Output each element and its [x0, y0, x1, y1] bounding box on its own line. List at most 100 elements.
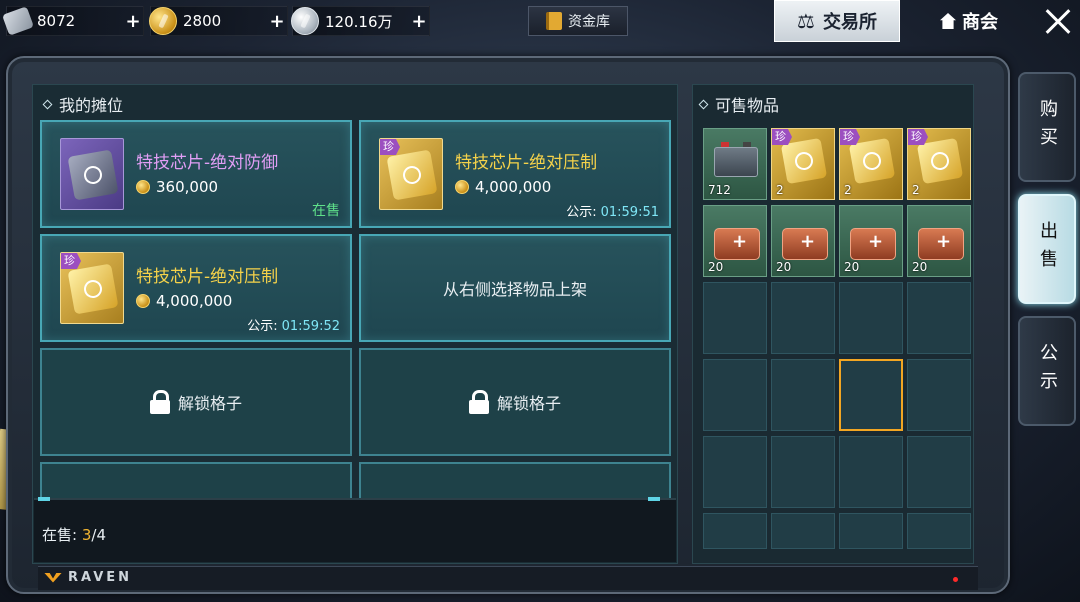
fund-vault-label: 资金库	[568, 14, 610, 30]
gold-coin-icon	[136, 294, 150, 308]
inventory-slot-empty[interactable]	[907, 282, 971, 354]
tab-buy[interactable]: 购买	[1018, 72, 1076, 182]
unlock-slot-label: 解锁格子	[177, 394, 242, 413]
inventory-slot-empty[interactable]	[907, 436, 971, 508]
inventory-slot-empty[interactable]	[771, 436, 835, 508]
inventory-item-chip[interactable]: 珍 2	[771, 128, 835, 200]
medkit-icon	[714, 228, 760, 260]
stall-slot-3[interactable]: 珍 特技芯片-绝对压制 4,000,000 公示: 01:59:52	[40, 234, 352, 342]
diamond-icon	[698, 99, 709, 109]
inventory-slot-empty[interactable]	[839, 513, 903, 549]
item-quantity: 2	[844, 183, 852, 197]
inventory-slot-empty[interactable]	[703, 359, 767, 431]
top-bar: 8072 + 2800 + 120.16万 + 资金库 ⚖ 交易所 商会	[0, 0, 1080, 44]
notice-timer-value: 01:59:51	[600, 205, 659, 220]
inventory-slot-empty[interactable]	[907, 513, 971, 549]
unlock-slot-label: 解锁格子	[496, 394, 561, 413]
price-value: 4,000,000	[156, 292, 233, 310]
inventory-slot-empty[interactable]	[771, 513, 835, 549]
locked-slot-1[interactable]: 解锁格子	[40, 348, 352, 456]
inventory-slot-selected[interactable]	[839, 359, 903, 431]
medkit-icon	[918, 228, 964, 260]
inventory-slot-empty[interactable]	[703, 513, 767, 549]
emblem-icon	[861, 150, 883, 172]
gold-coin-icon	[149, 7, 177, 35]
inventory-item-medkit[interactable]: 20	[839, 205, 903, 277]
brand-text: RAVEN	[68, 570, 133, 585]
inventory-slot-empty[interactable]	[771, 359, 835, 431]
inventory-item-chip[interactable]: 珍 2	[839, 128, 903, 200]
chip-icon	[386, 149, 438, 201]
emblem-icon	[82, 164, 104, 186]
on-sale-count: 在售: 3/4	[42, 524, 106, 545]
bottom-strip	[38, 566, 978, 590]
emblem-icon	[82, 278, 104, 300]
locked-slot-4[interactable]	[359, 462, 671, 502]
add-silver-button[interactable]: +	[409, 11, 429, 32]
stall-slot-1[interactable]: 特技芯片-绝对防御 360,000 在售	[40, 120, 352, 228]
item-thumbnail: 珍	[60, 252, 124, 324]
gold-coin-icon	[136, 180, 150, 194]
on-sale-current: 3	[81, 526, 92, 544]
inventory-slot-empty[interactable]	[703, 282, 767, 354]
stall-slot-2[interactable]: 珍 特技芯片-绝对压制 4,000,000 公示: 01:59:51	[359, 120, 671, 228]
fund-vault-button[interactable]: 资金库	[528, 6, 628, 36]
inventory-slot-empty[interactable]	[703, 436, 767, 508]
rare-badge: 珍	[840, 129, 860, 145]
raven-logo-icon	[44, 572, 62, 583]
inventory-item-medkit[interactable]: 20	[703, 205, 767, 277]
chip-icon	[67, 149, 119, 201]
sellable-items-title: 可售物品	[698, 92, 779, 116]
empty-slot-hint: 从右侧选择物品上架	[442, 280, 587, 299]
medkit-icon	[782, 228, 828, 260]
stall-footer: 在售: 3/4	[34, 497, 676, 562]
add-card-button[interactable]: +	[123, 11, 143, 32]
silver-coin-icon	[291, 7, 319, 35]
medkit-icon	[850, 228, 896, 260]
item-quantity: 20	[708, 260, 724, 274]
stall-item-name: 特技芯片-绝对压制	[455, 153, 598, 173]
my-stall-title-text: 我的摊位	[59, 96, 124, 115]
rare-badge: 珍	[772, 129, 792, 145]
inventory-item-battery[interactable]: 712	[703, 128, 767, 200]
chip-icon	[67, 263, 119, 315]
my-stall-title: 我的摊位	[42, 92, 124, 116]
rare-badge: 珍	[61, 253, 81, 269]
exchange-tab[interactable]: ⚖ 交易所	[774, 0, 900, 42]
emblem-icon	[793, 150, 815, 172]
rare-badge: 珍	[908, 129, 928, 145]
inventory-slot-empty[interactable]	[771, 282, 835, 354]
guild-tab[interactable]: 商会	[924, 0, 1014, 42]
locked-slot-2[interactable]: 解锁格子	[359, 348, 671, 456]
close-icon[interactable]	[1040, 4, 1076, 40]
item-quantity: 712	[708, 183, 731, 197]
inventory-item-medkit[interactable]: 20	[907, 205, 971, 277]
battery-icon	[714, 142, 758, 177]
inventory-item-medkit[interactable]: 20	[771, 205, 835, 277]
notice-timer-label: 公示:	[247, 319, 278, 334]
status-dot	[953, 577, 958, 582]
inventory-item-chip[interactable]: 珍 2	[907, 128, 971, 200]
item-quantity: 2	[776, 183, 784, 197]
inventory-slot-empty[interactable]	[839, 282, 903, 354]
notice-timer: 公示: 01:59:51	[566, 201, 659, 220]
sale-status: 在售	[312, 203, 340, 219]
scroll-marker	[38, 497, 50, 501]
stall-slot-empty[interactable]: 从右侧选择物品上架	[359, 234, 671, 342]
tab-notice[interactable]: 公示	[1018, 316, 1076, 426]
locked-slot-3[interactable]	[40, 462, 352, 502]
resource-silver-value: 120.16万	[325, 12, 393, 31]
price-value: 4,000,000	[475, 178, 552, 196]
add-gold-button[interactable]: +	[267, 11, 287, 32]
stall-item-name: 特技芯片-绝对压制	[136, 267, 279, 287]
lock-icon	[149, 390, 170, 414]
item-quantity: 2	[912, 183, 920, 197]
item-quantity: 20	[776, 260, 792, 274]
stall-item-price: 4,000,000	[455, 178, 551, 196]
inventory-slot-empty[interactable]	[839, 436, 903, 508]
price-value: 360,000	[156, 178, 219, 196]
tab-sell[interactable]: 出售	[1018, 194, 1076, 304]
on-sale-total: /4	[91, 526, 106, 544]
inventory-slot-empty[interactable]	[907, 359, 971, 431]
notice-timer-label: 公示:	[566, 205, 597, 220]
